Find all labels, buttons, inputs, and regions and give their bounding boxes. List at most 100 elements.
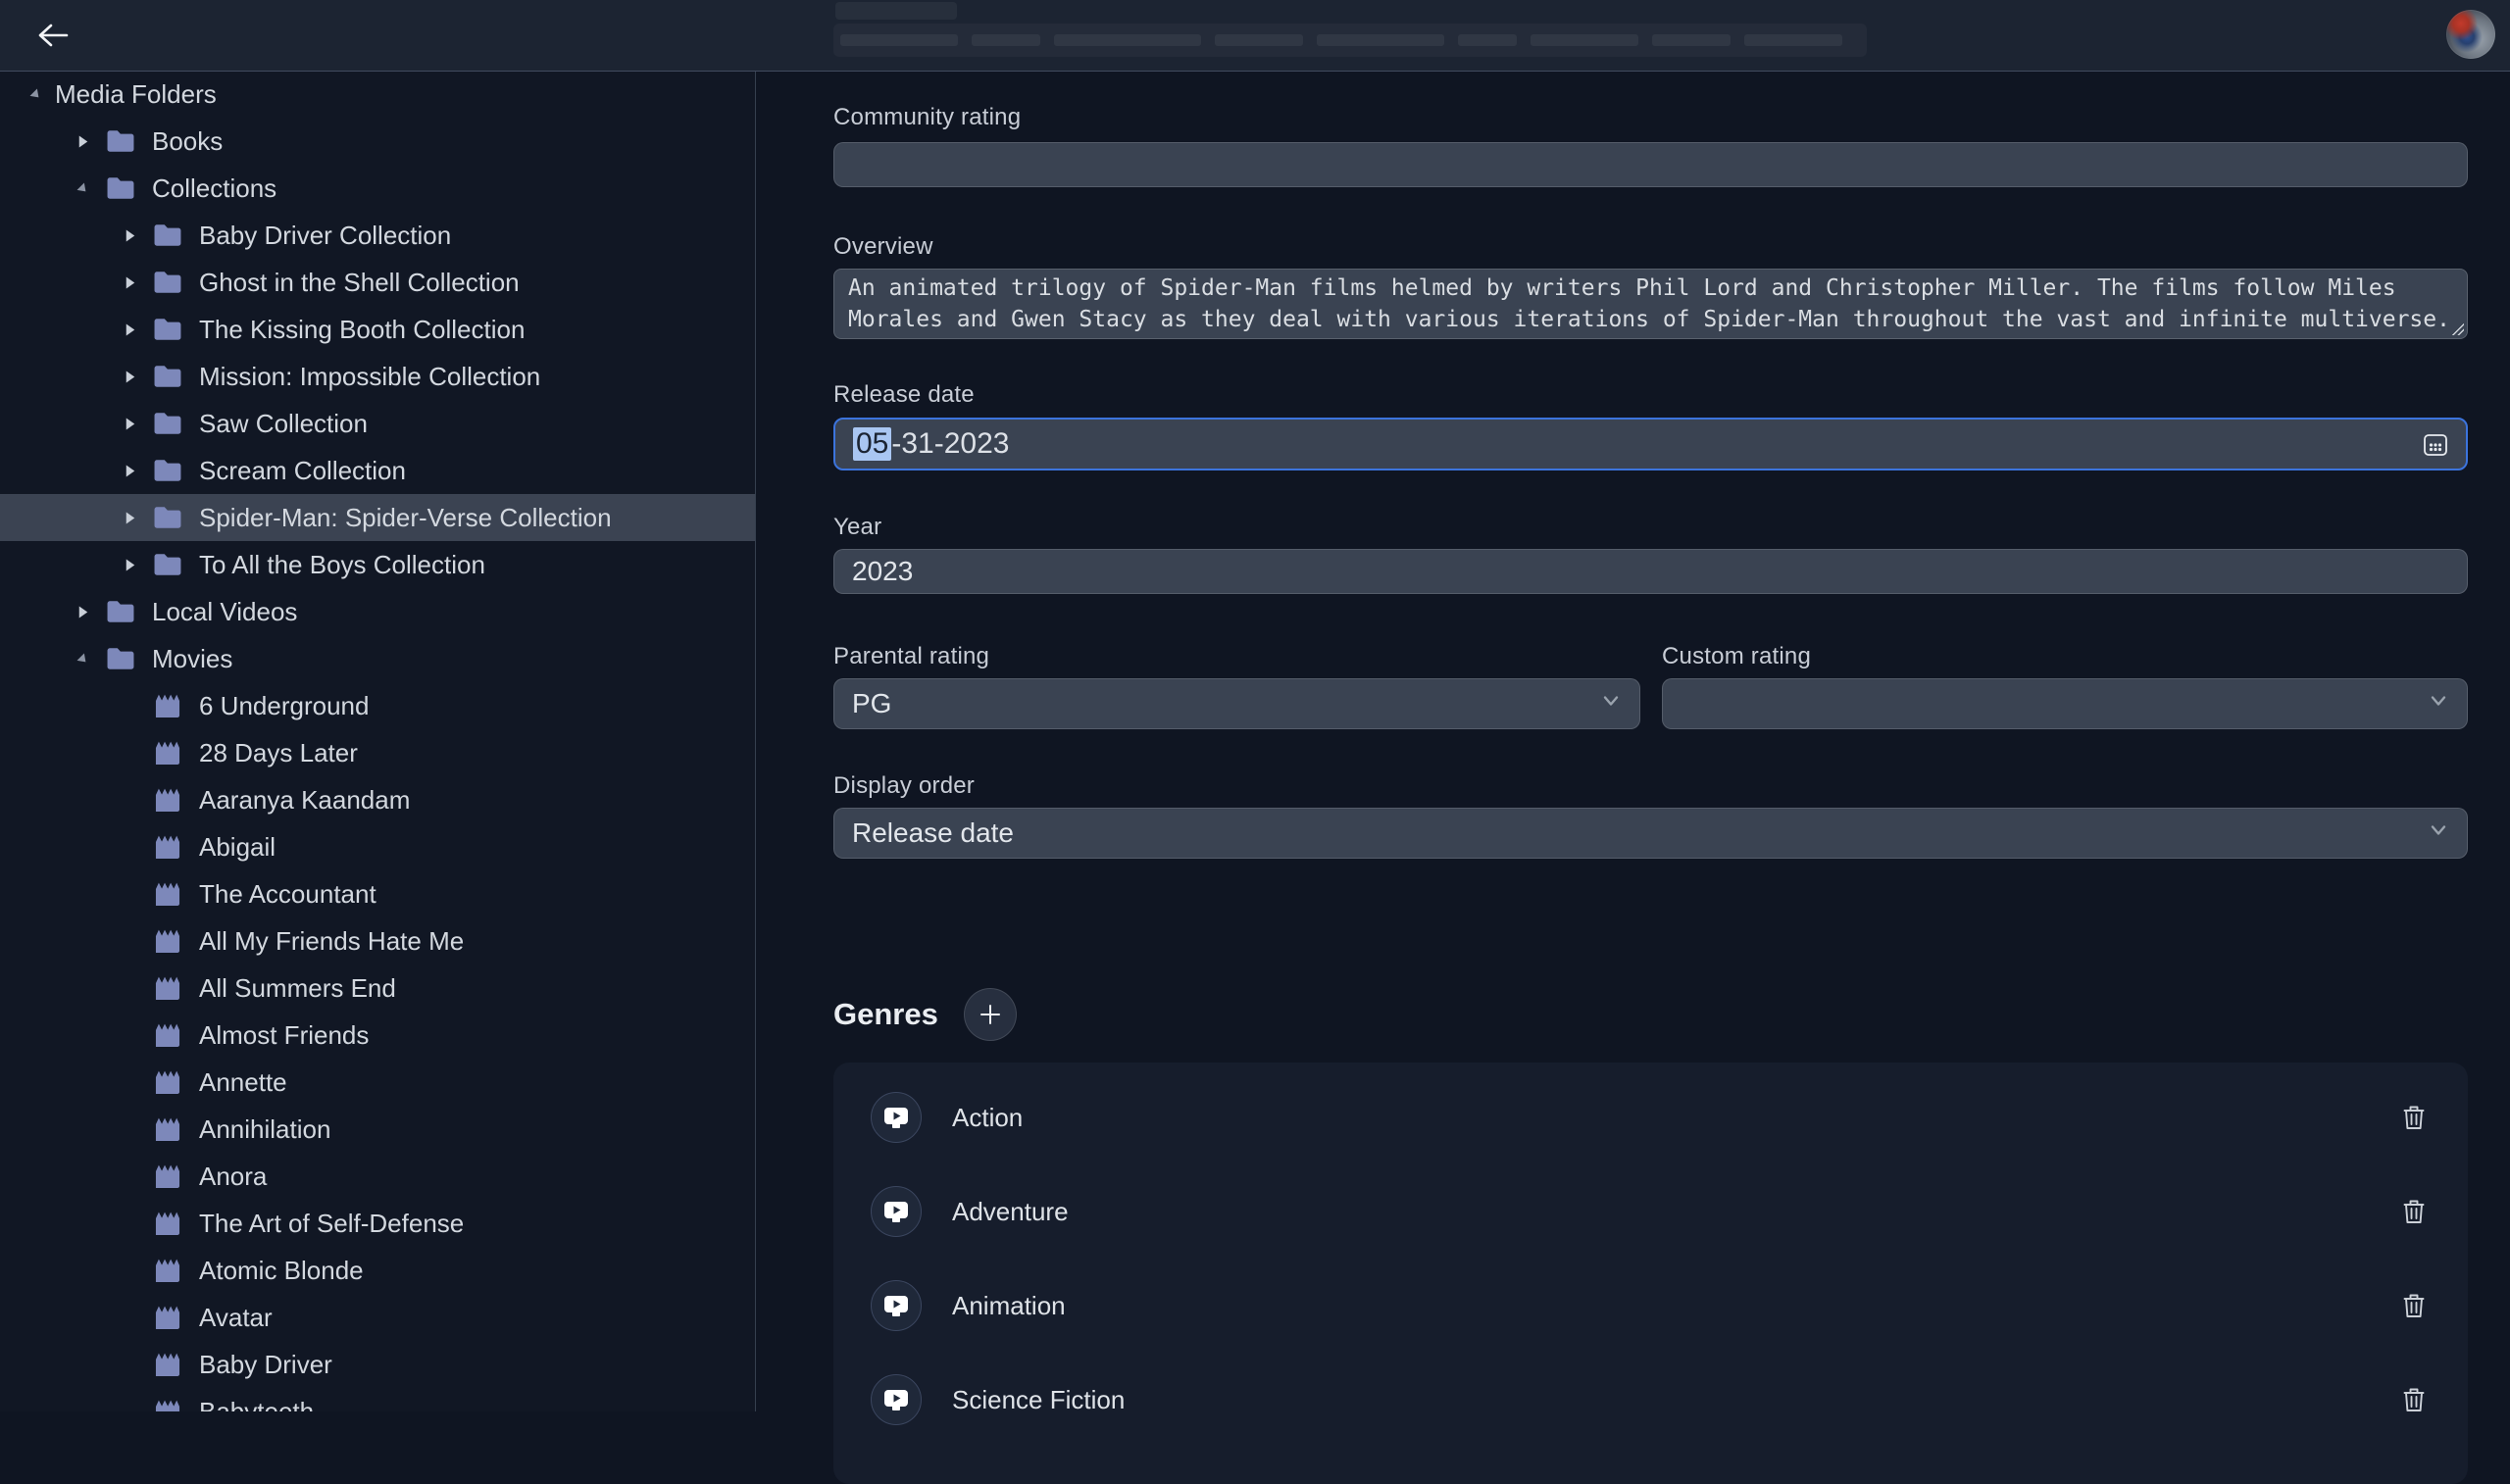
sidebar-item-all-summers-end[interactable]: All Summers End <box>0 965 755 1012</box>
folder-icon <box>151 407 184 440</box>
parental-rating-select[interactable]: PG <box>833 678 1640 729</box>
sidebar-item-aaranya-kaandam[interactable]: Aaranya Kaandam <box>0 776 755 823</box>
expander-spacer[interactable] <box>116 1257 143 1284</box>
chevron-down-icon <box>2426 817 2451 850</box>
year-label: Year <box>833 514 881 541</box>
genre-item-adventure[interactable]: Adventure <box>833 1164 2468 1259</box>
sidebar-item-babyteeth[interactable]: Babyteeth <box>0 1388 755 1411</box>
sidebar-item-ghost-in-the-shell-collection[interactable]: Ghost in the Shell Collection <box>0 259 755 306</box>
sidebar-item-movies[interactable]: Movies <box>0 635 755 682</box>
film-slate-icon <box>151 1254 184 1287</box>
expander-spacer[interactable] <box>116 1351 143 1378</box>
expander-spacer[interactable] <box>116 880 143 908</box>
calendar-icon <box>2421 429 2450 459</box>
expander-spacer[interactable] <box>116 1068 143 1096</box>
delete-genre-button[interactable] <box>2399 1102 2429 1133</box>
expander-spacer[interactable] <box>116 1398 143 1411</box>
triangle-right-icon[interactable] <box>116 363 143 390</box>
custom-rating-select[interactable] <box>1662 678 2468 729</box>
sidebar-item-baby-driver-collection[interactable]: Baby Driver Collection <box>0 212 755 259</box>
triangle-right-icon[interactable] <box>69 127 96 155</box>
expander-spacer[interactable] <box>116 1021 143 1049</box>
release-date-input[interactable]: 05-31-2023 <box>833 418 2468 470</box>
sidebar-item-spider-man-spider-verse-collection[interactable]: Spider-Man: Spider-Verse Collection <box>0 494 755 541</box>
trash-icon <box>2401 1104 2427 1131</box>
triangle-down-right-icon[interactable] <box>69 645 96 672</box>
community-rating-input[interactable] <box>833 142 2468 187</box>
display-order-select[interactable]: Release date <box>833 808 2468 859</box>
sidebar-item-annette[interactable]: Annette <box>0 1059 755 1106</box>
film-slate-icon <box>151 924 184 958</box>
sidebar-item-saw-collection[interactable]: Saw Collection <box>0 400 755 447</box>
folder-icon <box>104 642 137 675</box>
sidebar-item-media-folders[interactable]: Media Folders <box>0 71 755 118</box>
user-avatar[interactable] <box>2446 10 2495 59</box>
sidebar-item-local-videos[interactable]: Local Videos <box>0 588 755 635</box>
year-input[interactable]: 2023 <box>833 549 2468 594</box>
sidebar-item-almost-friends[interactable]: Almost Friends <box>0 1012 755 1059</box>
sidebar-item-the-kissing-booth-collection[interactable]: The Kissing Booth Collection <box>0 306 755 353</box>
expander-spacer[interactable] <box>116 1162 143 1190</box>
triangle-right-icon[interactable] <box>69 598 96 625</box>
expander-spacer[interactable] <box>116 833 143 861</box>
sidebar-item-6-underground[interactable]: 6 Underground <box>0 682 755 729</box>
sidebar-item-anora[interactable]: Anora <box>0 1153 755 1200</box>
sidebar-item-all-my-friends-hate-me[interactable]: All My Friends Hate Me <box>0 917 755 965</box>
triangle-down-right-icon[interactable] <box>69 174 96 202</box>
triangle-right-icon[interactable] <box>116 269 143 296</box>
sidebar-item-the-accountant[interactable]: The Accountant <box>0 870 755 917</box>
film-slate-icon <box>151 1348 184 1381</box>
sidebar-item-annihilation[interactable]: Annihilation <box>0 1106 755 1153</box>
movie-icon <box>151 877 184 911</box>
expander-spacer[interactable] <box>116 927 143 955</box>
parental-rating-label: Parental rating <box>833 643 989 670</box>
release-date-label: Release date <box>833 381 975 409</box>
sidebar-item-avatar[interactable]: Avatar <box>0 1294 755 1341</box>
tree-item-label: Babyteeth <box>199 1397 314 1412</box>
back-button[interactable] <box>31 16 75 55</box>
sidebar-item-books[interactable]: Books <box>0 118 755 165</box>
genre-item-animation[interactable]: Animation <box>833 1259 2468 1353</box>
triangle-down-right-icon[interactable] <box>22 80 49 108</box>
sidebar-item-to-all-the-boys-collection[interactable]: To All the Boys Collection <box>0 541 755 588</box>
genre-item-science-fiction[interactable]: Science Fiction <box>833 1353 2468 1447</box>
expander-spacer[interactable] <box>116 974 143 1002</box>
expander-spacer[interactable] <box>116 1304 143 1331</box>
expander-spacer[interactable] <box>116 739 143 767</box>
genre-item-action[interactable]: Action <box>833 1070 2468 1164</box>
sidebar-item-mission-impossible-collection[interactable]: Mission: Impossible Collection <box>0 353 755 400</box>
sidebar-item-baby-driver[interactable]: Baby Driver <box>0 1341 755 1388</box>
date-picker-button[interactable] <box>2419 427 2452 461</box>
tree-item-label: Almost Friends <box>199 1020 369 1051</box>
expander-spacer[interactable] <box>116 1115 143 1143</box>
folder-icon <box>151 313 184 346</box>
delete-genre-button[interactable] <box>2399 1290 2429 1321</box>
sidebar-item-collections[interactable]: Collections <box>0 165 755 212</box>
date-month-segment[interactable]: 05 <box>853 427 891 461</box>
tree-item-label: To All the Boys Collection <box>199 550 485 580</box>
expander-spacer[interactable] <box>116 1210 143 1237</box>
triangle-right-icon[interactable] <box>116 551 143 578</box>
add-genre-button[interactable] <box>964 988 1017 1041</box>
genre-avatar <box>871 1374 922 1425</box>
triangle-right-icon[interactable] <box>116 316 143 343</box>
triangle-right-icon[interactable] <box>116 457 143 484</box>
tree-item-label: All Summers End <box>199 973 396 1004</box>
media-folder-sidebar[interactable]: Media Folders Books Collections Baby Dri… <box>0 71 756 1411</box>
delete-genre-button[interactable] <box>2399 1384 2429 1415</box>
overview-textarea[interactable]: An animated trilogy of Spider-Man films … <box>833 269 2468 339</box>
sidebar-item-abigail[interactable]: Abigail <box>0 823 755 870</box>
expander-spacer[interactable] <box>116 692 143 719</box>
triangle-right-icon[interactable] <box>116 222 143 249</box>
delete-genre-button[interactable] <box>2399 1196 2429 1227</box>
sidebar-item-the-art-of-self-defense[interactable]: The Art of Self-Defense <box>0 1200 755 1247</box>
sidebar-item-28-days-later[interactable]: 28 Days Later <box>0 729 755 776</box>
triangle-right-icon[interactable] <box>116 410 143 437</box>
sidebar-item-atomic-blonde[interactable]: Atomic Blonde <box>0 1247 755 1294</box>
tree-item-label: Saw Collection <box>199 409 368 439</box>
triangle-right-icon[interactable] <box>116 504 143 531</box>
tree-item-label: Annihilation <box>199 1114 330 1145</box>
movie-icon <box>151 1018 184 1052</box>
expander-spacer[interactable] <box>116 786 143 814</box>
sidebar-item-scream-collection[interactable]: Scream Collection <box>0 447 755 494</box>
